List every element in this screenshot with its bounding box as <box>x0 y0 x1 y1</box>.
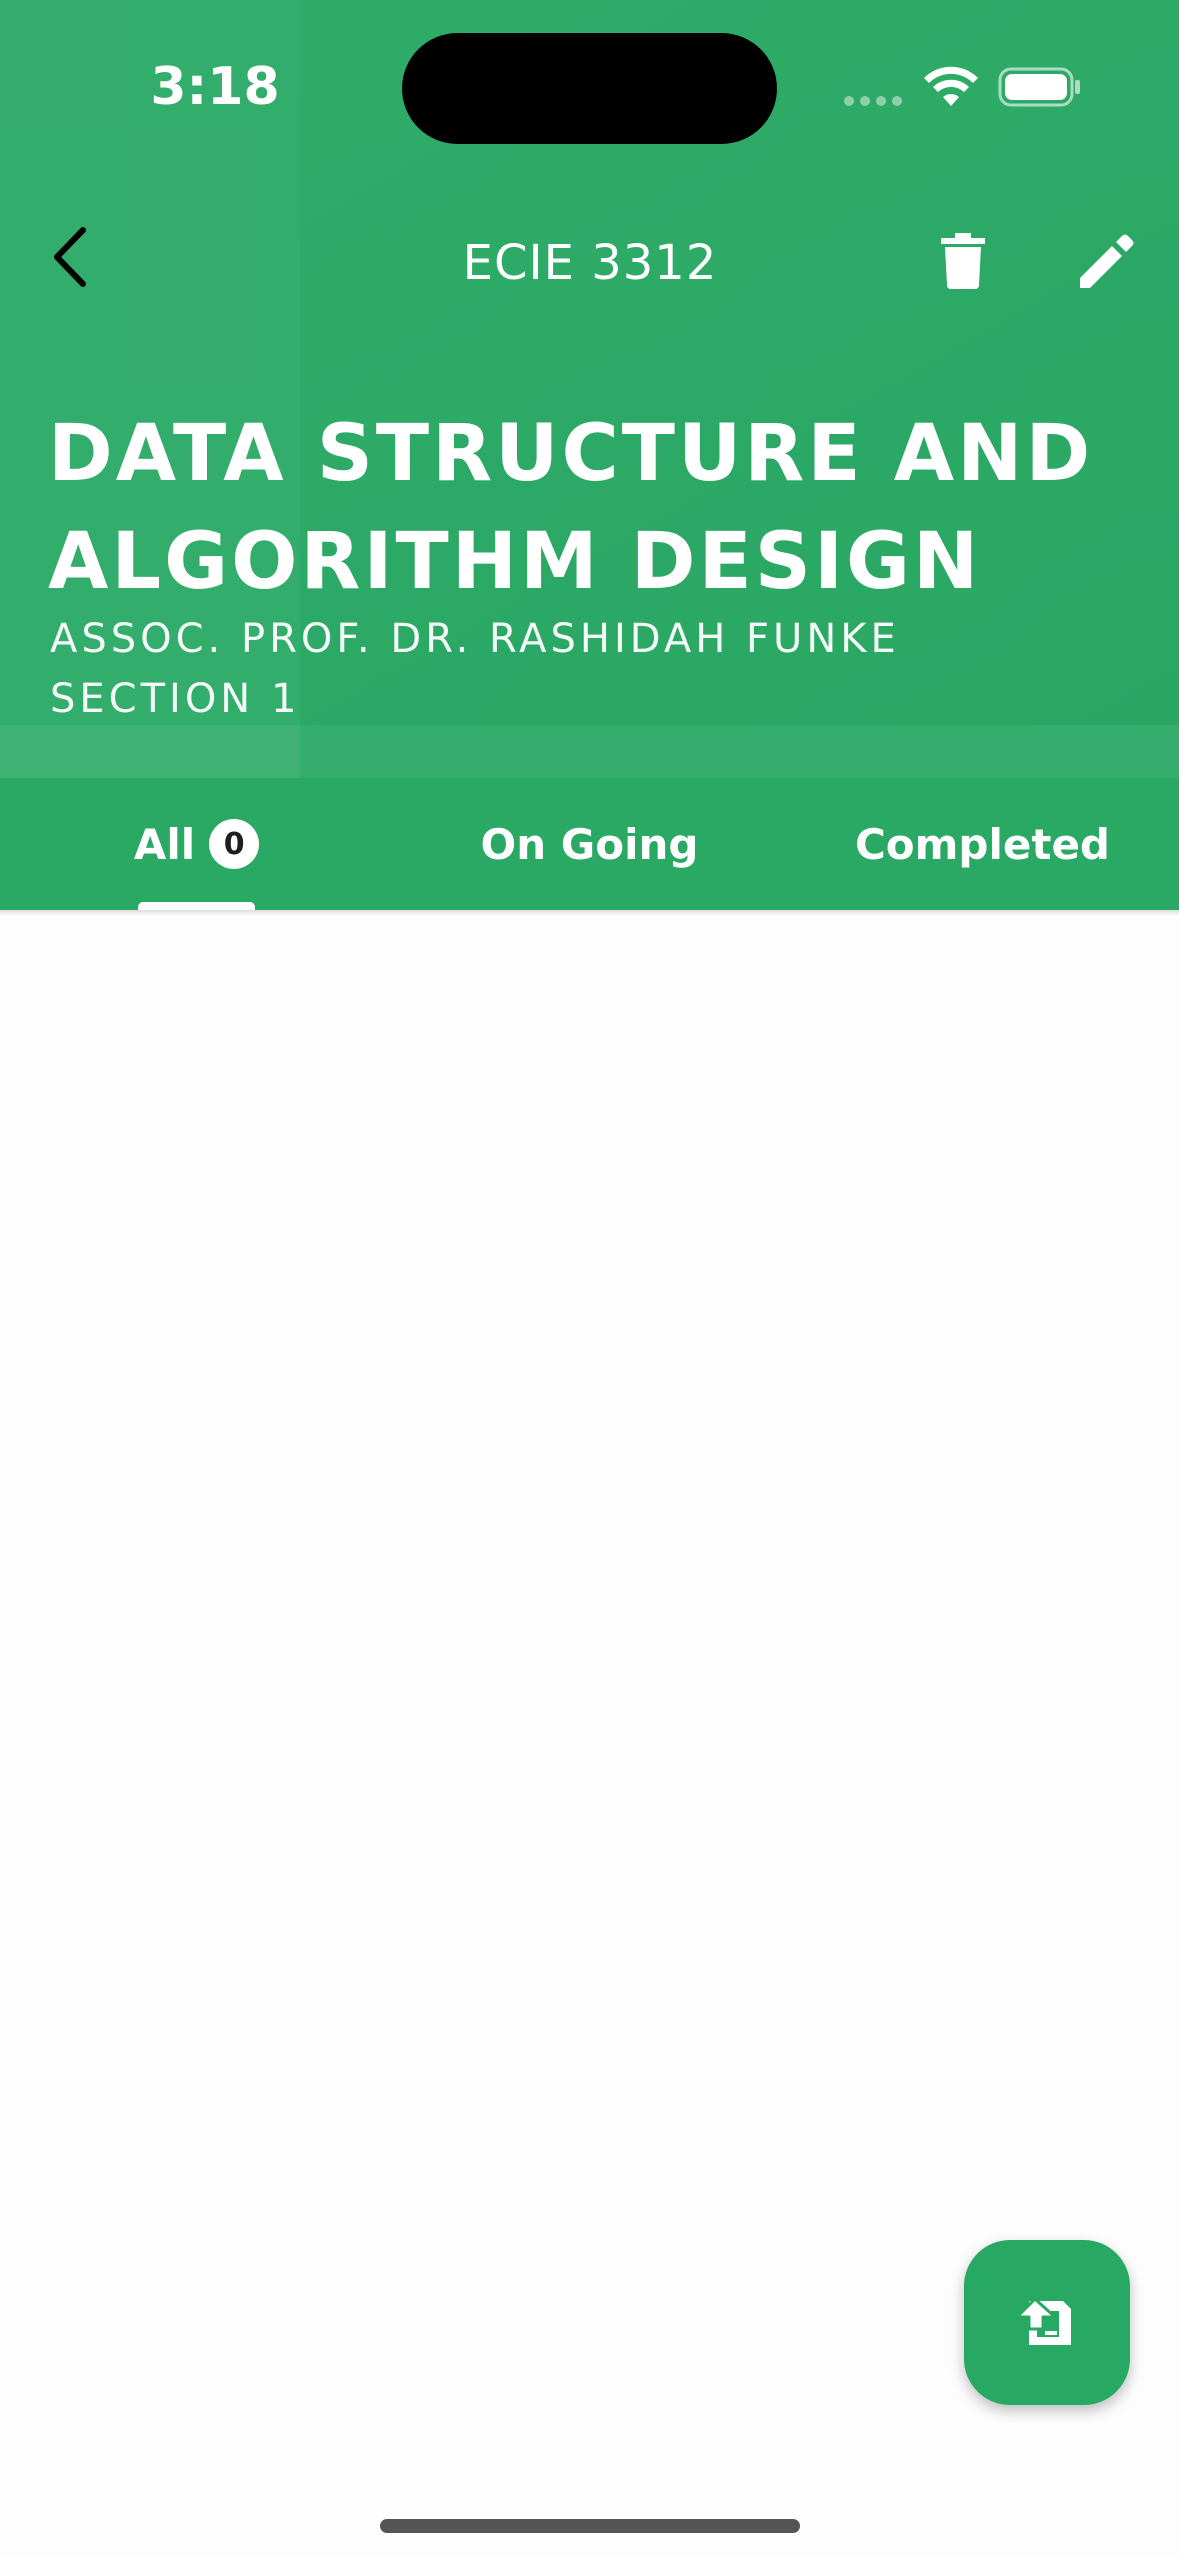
tab-all-label: All <box>133 819 196 869</box>
header-band <box>0 725 1179 778</box>
count-badge: 0 <box>209 819 260 869</box>
course-code-title: ECIE 3312 <box>462 235 718 291</box>
tab-on-going-label: On Going <box>480 819 699 869</box>
section-label: SECTION 1 <box>50 676 301 722</box>
home-indicator[interactable] <box>380 2519 800 2533</box>
tab-completed[interactable]: Completed <box>786 778 1179 910</box>
trash-icon <box>941 233 985 289</box>
delete-button[interactable] <box>928 226 998 296</box>
status-time: 3:18 <box>150 57 280 117</box>
dynamic-island <box>402 33 777 144</box>
tab-all[interactable]: All 0 <box>0 778 393 910</box>
lecturer-name: ASSOC. PROF. DR. RASHIDAH FUNKE <box>50 616 900 662</box>
edit-button[interactable] <box>1070 226 1142 298</box>
tab-on-going[interactable]: On Going <box>393 778 786 910</box>
task-filter-tabs: All 0 On Going Completed <box>0 778 1179 910</box>
battery-icon <box>998 67 1080 107</box>
tab-completed-label: Completed <box>854 819 1110 869</box>
course-title: DATA STRUCTURE AND ALGORITHM DESIGN <box>48 409 1094 607</box>
chevron-left-icon <box>54 227 86 287</box>
back-button[interactable] <box>34 222 104 292</box>
wifi-icon <box>924 66 978 106</box>
course-detail-screen: 3:18 ECIE 3312 DATA STRUCTURE AND ALGORI… <box>0 0 1179 2556</box>
cellular-signal-icon <box>844 96 902 106</box>
add-task-button[interactable] <box>964 2240 1130 2405</box>
add-task-icon <box>1015 2297 1071 2345</box>
pencil-icon <box>1080 234 1134 288</box>
course-header: 3:18 ECIE 3312 DATA STRUCTURE AND ALGORI… <box>0 0 1179 778</box>
